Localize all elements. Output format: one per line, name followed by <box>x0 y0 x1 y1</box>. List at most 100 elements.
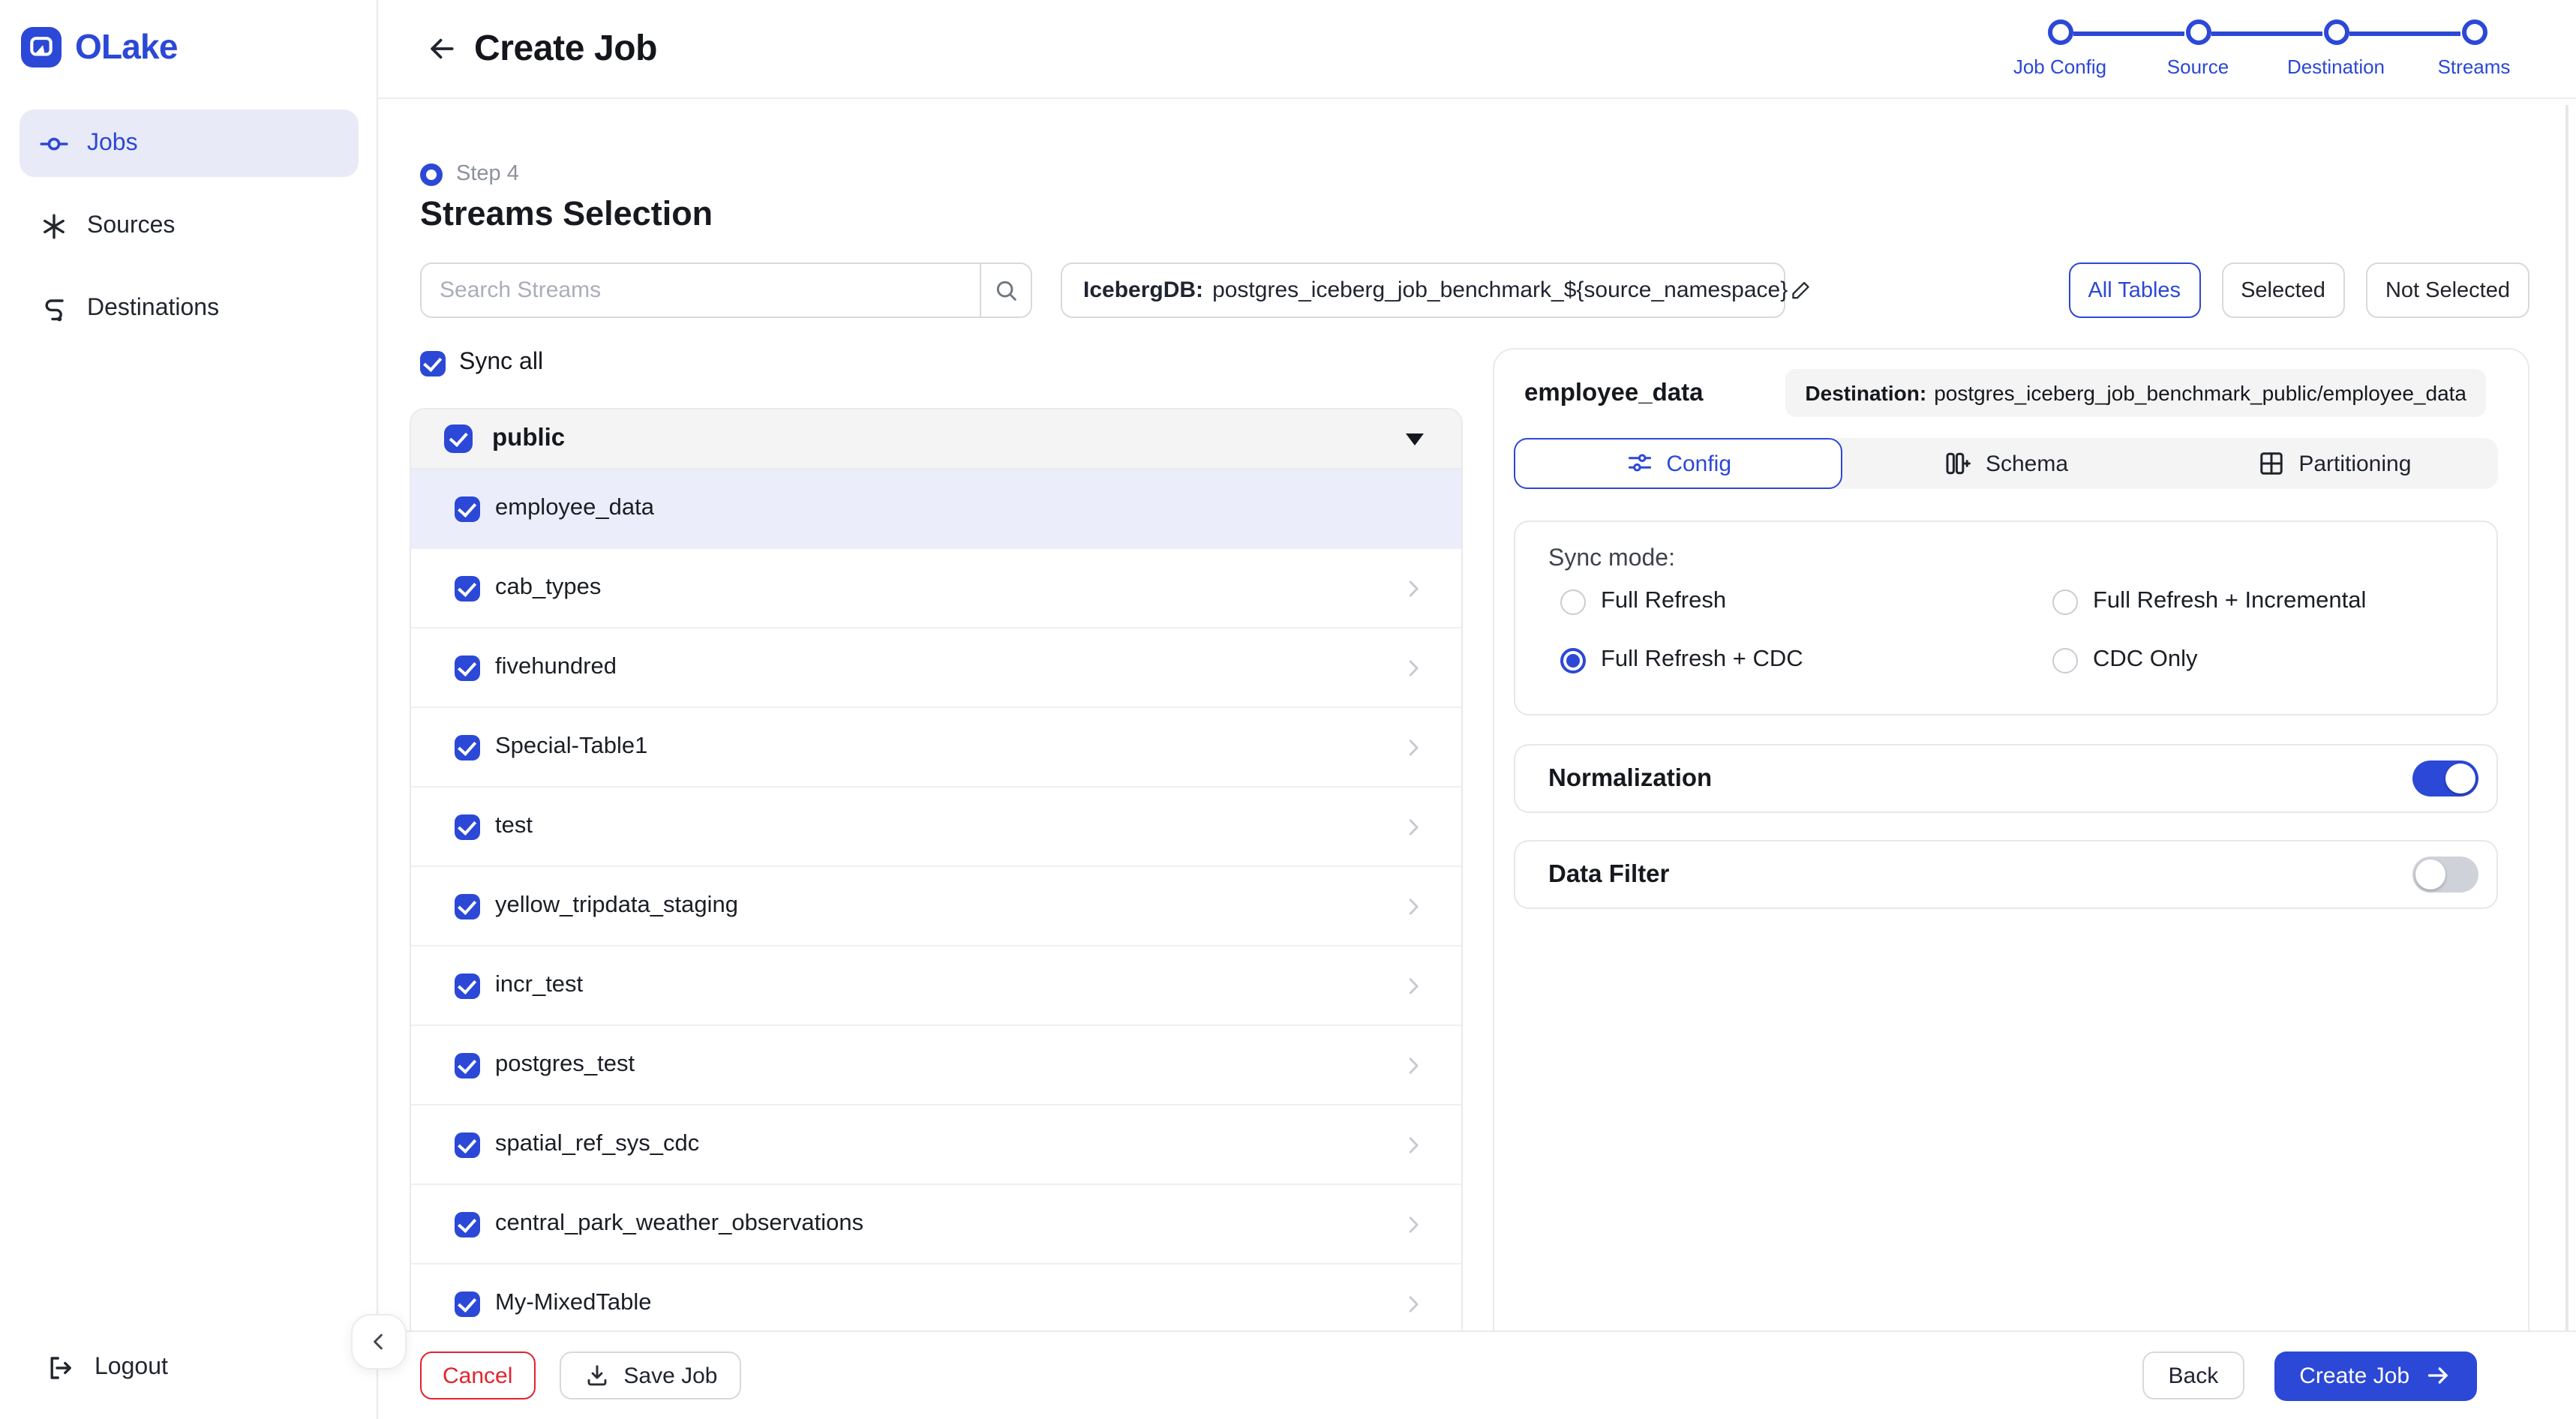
stream-row[interactable]: fivehundred <box>411 628 1461 708</box>
chevron-right-icon <box>1401 893 1427 919</box>
stream-checkbox[interactable] <box>455 1052 480 1078</box>
sync-all-label: Sync all <box>459 350 543 376</box>
stream-checkbox[interactable] <box>455 575 480 601</box>
step-circle-icon <box>2323 20 2349 45</box>
sync-mode-radio[interactable]: Full Refresh + CDC <box>1560 646 2052 674</box>
filter-button[interactable]: All Tables <box>2068 262 2200 318</box>
stream-row[interactable]: central_park_weather_observations <box>411 1185 1461 1264</box>
chevron-right-icon <box>1401 655 1427 680</box>
sync-all: Sync all <box>420 350 543 376</box>
stepper-step[interactable]: Streams <box>2405 20 2543 78</box>
stream-checkbox[interactable] <box>455 734 480 760</box>
arrow-left-icon <box>425 33 457 64</box>
footer-bar: Cancel Save Job Back Create Job <box>378 1330 2576 1419</box>
group-checkbox[interactable] <box>444 424 473 453</box>
back-button[interactable]: Back <box>2143 1352 2244 1400</box>
stream-row[interactable]: test <box>411 788 1461 867</box>
stream-row[interactable]: cab_types <box>411 549 1461 628</box>
stream-row[interactable]: yellow_tripdata_staging <box>411 867 1461 946</box>
radio-icon <box>1560 647 1586 673</box>
sync-mode-radio[interactable]: Full Refresh <box>1560 588 2052 615</box>
stepper-step[interactable]: Destination <box>2267 20 2405 78</box>
sync-mode-label: Sync mode: <box>1548 546 1675 573</box>
destinations-icon <box>39 293 69 323</box>
search-button[interactable] <box>980 264 1031 316</box>
chevron-right-icon <box>1401 1291 1427 1316</box>
search-group <box>420 262 1032 318</box>
destination-badge-value: postgres_iceberg_job_benchmark_public/em… <box>1934 381 2466 405</box>
chip-prefix: IcebergDB: <box>1083 278 1203 303</box>
cancel-button[interactable]: Cancel <box>420 1352 535 1400</box>
stream-row[interactable]: My-MixedTable <box>411 1264 1461 1332</box>
toggle-switch[interactable] <box>2412 760 2478 796</box>
logout-button[interactable]: Logout <box>20 1338 359 1398</box>
sidebar-item-jobs[interactable]: Jobs <box>20 110 359 177</box>
brand-name: OLake <box>75 27 178 68</box>
chevron-down-icon[interactable] <box>1406 433 1424 445</box>
stream-checkbox[interactable] <box>455 1211 480 1237</box>
toggle-card: Normalization <box>1514 744 2498 813</box>
selected-stream-name: employee_data <box>1524 380 1703 408</box>
sync-all-checkbox[interactable] <box>420 350 446 376</box>
sidebar: OLake Jobs <box>0 0 378 1419</box>
table-filter-group: All Tables Selected Not Selected <box>2068 262 2529 318</box>
download-icon <box>583 1362 610 1389</box>
sync-mode-radio[interactable]: Full Refresh + Incremental <box>2052 588 2466 615</box>
sidebar-item-sources[interactable]: Sources <box>20 192 359 260</box>
toggle-card: Data Filter <box>1514 840 2498 909</box>
wizard-stepper: Job Config Source Destination Streams <box>1991 20 2543 78</box>
stream-checkbox[interactable] <box>455 496 480 521</box>
section-title: Streams Selection <box>420 195 713 234</box>
stream-checkbox[interactable] <box>455 973 480 998</box>
radio-icon <box>1560 589 1586 614</box>
brand: OLake <box>21 27 178 68</box>
sliders-icon <box>1624 448 1654 478</box>
stream-checkbox[interactable] <box>455 1132 480 1157</box>
chevron-right-icon <box>1401 734 1427 760</box>
stepper-step[interactable]: Job Config <box>1991 20 2129 78</box>
create-job-page: OLake Jobs <box>0 0 2576 1419</box>
edit-destination-button[interactable] <box>1788 278 1813 303</box>
chevron-right-icon <box>1401 1132 1427 1157</box>
sidebar-collapse-button[interactable] <box>351 1314 407 1370</box>
stream-checkbox[interactable] <box>455 655 480 680</box>
stream-row[interactable]: incr_test <box>411 946 1461 1026</box>
filter-button[interactable]: Not Selected <box>2366 262 2529 318</box>
stream-checkbox[interactable] <box>455 893 480 919</box>
radio-icon <box>2052 647 2078 673</box>
search-icon <box>992 277 1019 304</box>
schema-group-row[interactable]: public <box>411 410 1461 470</box>
sync-mode-radio[interactable]: CDC Only <box>2052 646 2466 674</box>
filter-button[interactable]: Selected <box>2221 262 2345 318</box>
sync-mode-options: Full Refresh Full Refresh + Incremental … <box>1560 588 2466 674</box>
stream-row[interactable]: spatial_ref_sys_cdc <box>411 1106 1461 1185</box>
search-input[interactable] <box>422 264 980 316</box>
stream-checkbox[interactable] <box>455 814 480 839</box>
destination-path-badge: Destination: postgres_iceberg_job_benchm… <box>1785 369 2486 417</box>
sources-icon <box>39 211 69 241</box>
stream-row[interactable]: Special-Table1 <box>411 708 1461 788</box>
save-job-button[interactable]: Save Job <box>559 1352 741 1400</box>
step-label: Step 4 <box>456 162 519 186</box>
sync-mode-card: Sync mode: Full Refresh Full Refresh + I… <box>1514 520 2498 716</box>
stream-row[interactable]: employee_data <box>411 470 1461 549</box>
sidebar-item-destinations[interactable]: Destinations <box>20 274 359 342</box>
create-job-button[interactable]: Create Job <box>2274 1351 2477 1400</box>
back-arrow-button[interactable] <box>423 31 459 67</box>
olake-logo-icon <box>21 27 62 68</box>
chevron-right-icon <box>1401 1052 1427 1078</box>
tab[interactable]: Schema <box>1842 438 2169 489</box>
stepper-step[interactable]: Source <box>2129 20 2267 78</box>
toggle-switch[interactable] <box>2412 856 2478 892</box>
stream-checkbox[interactable] <box>455 1291 480 1316</box>
page-title: Create Job <box>474 28 657 70</box>
destination-db-chip[interactable]: IcebergDB: postgres_iceberg_job_benchmar… <box>1061 262 1785 318</box>
step-circle-icon <box>2461 20 2487 45</box>
jobs-icon <box>39 128 69 158</box>
tab[interactable]: Partitioning <box>2170 438 2498 489</box>
stream-row[interactable]: postgres_test <box>411 1026 1461 1106</box>
columns-plus-icon <box>1944 448 1974 478</box>
pencil-icon <box>1788 278 1813 303</box>
tab[interactable]: Config <box>1514 438 1842 489</box>
controls-row: IcebergDB: postgres_iceberg_job_benchmar… <box>378 262 2576 318</box>
